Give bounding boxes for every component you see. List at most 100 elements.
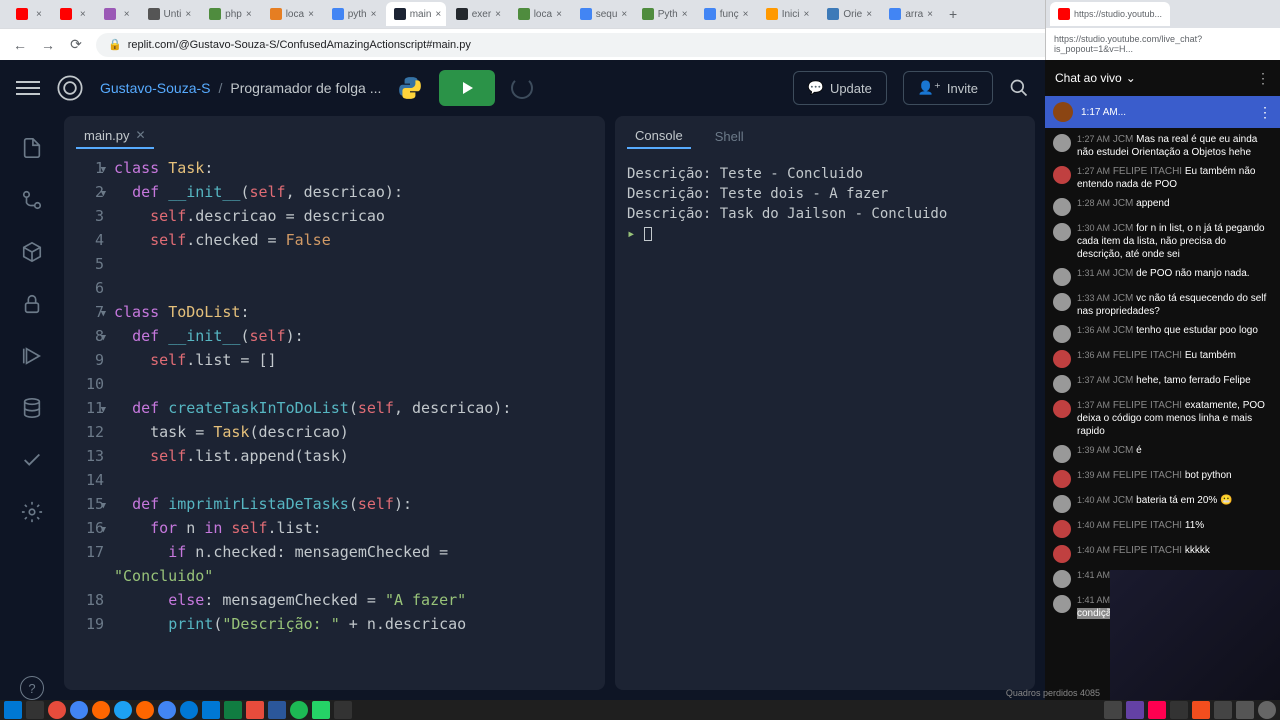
taskbar-tray[interactable] (1126, 701, 1144, 719)
new-tab-button[interactable]: + (943, 6, 963, 22)
files-icon[interactable] (20, 136, 44, 160)
run-button[interactable] (439, 70, 495, 106)
taskbar-app[interactable] (268, 701, 286, 719)
taskbar-tray[interactable] (1258, 701, 1276, 719)
browser-tab[interactable]: arra× (881, 2, 941, 26)
taskbar-app[interactable] (334, 701, 352, 719)
shell-tab[interactable]: Shell (707, 125, 752, 148)
browser-tab[interactable]: Orie× (819, 2, 879, 26)
taskbar-app[interactable] (26, 701, 44, 719)
settings-icon[interactable] (20, 500, 44, 524)
chat-item-menu-icon[interactable]: ⋮ (1258, 104, 1272, 121)
left-sidebar: ? (0, 116, 64, 700)
chat-message[interactable]: 1:36 AM FELIPE ITACHI Eu também (1045, 346, 1280, 371)
chat-message[interactable]: 1:39 AM JCM é (1045, 441, 1280, 466)
browser-tab[interactable]: loca× (510, 2, 570, 26)
browser-tab[interactable]: loca× (262, 2, 322, 26)
taskbar-app[interactable] (48, 701, 66, 719)
chat-selected-message[interactable]: 1:17 AM... ⋮ (1045, 96, 1280, 128)
chat-message[interactable]: 1:27 AM JCM Mas na real é que eu ainda n… (1045, 130, 1280, 162)
chat-message[interactable]: 1:39 AM FELIPE ITACHI bot python (1045, 466, 1280, 491)
browser-tab[interactable]: Pyth× (634, 2, 694, 26)
browser-tab[interactable]: sequ× (572, 2, 632, 26)
taskbar-app[interactable] (202, 701, 220, 719)
taskbar-tray[interactable] (1214, 701, 1232, 719)
back-button[interactable]: ← (12, 37, 28, 53)
url-field[interactable]: 🔒 replit.com/@Gustavo-Souza-S/ConfusedAm… (96, 33, 1136, 57)
taskbar-tray[interactable] (1104, 701, 1122, 719)
console-tab[interactable]: Console (627, 124, 691, 149)
browser-tab[interactable]: × (96, 2, 138, 26)
browser-tab[interactable]: Inici× (758, 2, 818, 26)
chat-message[interactable]: 1:33 AM JCM vc não tá esquecendo do self… (1045, 289, 1280, 321)
replit-logo (56, 74, 84, 102)
browser-tab[interactable]: php× (201, 2, 260, 26)
taskbar-app[interactable] (246, 701, 264, 719)
browser-tab[interactable]: pyth× (324, 2, 384, 26)
help-icon[interactable]: ? (20, 676, 44, 700)
python-icon (397, 75, 423, 101)
taskbar-app[interactable] (92, 701, 110, 719)
chat-message[interactable]: 1:36 AM JCM tenho que estudar poo logo (1045, 321, 1280, 346)
browser-tab[interactable]: × (52, 2, 94, 26)
start-button[interactable] (4, 701, 22, 719)
breadcrumb: Gustavo-Souza-S / Programador de folga .… (100, 80, 381, 96)
second-tab[interactable]: https://studio.youtub... (1050, 2, 1170, 26)
taskbar-app[interactable] (70, 701, 88, 719)
file-tab-main[interactable]: main.py ✕ (76, 124, 154, 149)
breadcrumb-user[interactable]: Gustavo-Souza-S (100, 80, 211, 96)
database-icon[interactable] (20, 396, 44, 420)
console-output[interactable]: Descrição: Teste - Concluido Descrição: … (615, 156, 1035, 690)
browser-tab[interactable]: funç× (696, 2, 756, 26)
taskbar-tray[interactable] (1170, 701, 1188, 719)
taskbar-app[interactable] (114, 701, 132, 719)
taskbar-tray[interactable] (1192, 701, 1210, 719)
second-browser-window: https://studio.youtub... https://studio.… (1045, 0, 1280, 60)
menu-button[interactable] (16, 76, 40, 100)
chat-icon: 💬 (808, 80, 824, 96)
chat-message[interactable]: 1:40 AM FELIPE ITACHI 11% (1045, 516, 1280, 541)
windows-taskbar[interactable] (0, 700, 1280, 720)
packages-icon[interactable] (20, 240, 44, 264)
taskbar-app[interactable] (136, 701, 154, 719)
browser-tab[interactable]: Unti× (140, 2, 200, 26)
taskbar-app[interactable] (224, 701, 242, 719)
taskbar-tray[interactable] (1236, 701, 1254, 719)
second-url-field[interactable]: https://studio.youtube.com/live_chat?is_… (1046, 28, 1280, 60)
chat-message[interactable]: 1:30 AM JCM for n in list, o n já tá peg… (1045, 219, 1280, 264)
chat-message[interactable]: 1:37 AM JCM hehe, tamo ferrado Felipe (1045, 371, 1280, 396)
replit-app: Gustavo-Souza-S / Programador de folga .… (0, 60, 1045, 700)
invite-button[interactable]: 👤⁺ Invite (903, 71, 993, 105)
browser-tab[interactable]: main× (386, 2, 446, 26)
close-tab-icon[interactable]: ✕ (136, 128, 146, 142)
forward-button[interactable]: → (40, 37, 56, 53)
chat-menu-icon[interactable]: ⋮ (1256, 70, 1270, 87)
chat-message[interactable]: 1:37 AM FELIPE ITACHI exatamente, POO de… (1045, 396, 1280, 441)
console-pane: Console Shell Descrição: Teste - Conclui… (615, 116, 1035, 690)
editor-pane: main.py ✕ 1▼2▼34567▼8▼91011▼12131415▼16▼… (64, 116, 605, 690)
chat-title[interactable]: Chat ao vivo ⌄ (1055, 71, 1136, 85)
chat-message[interactable]: 1:40 AM JCM bateria tá em 20% 😬 (1045, 491, 1280, 516)
chat-message[interactable]: 1:28 AM JCM append (1045, 194, 1280, 219)
taskbar-app[interactable] (290, 701, 308, 719)
search-icon[interactable] (1009, 78, 1029, 98)
taskbar-app[interactable] (158, 701, 176, 719)
frames-lost-label: Quadros perdidos 4085 (1006, 688, 1100, 698)
vcs-icon[interactable] (20, 188, 44, 212)
browser-tab[interactable]: × (8, 2, 50, 26)
update-button[interactable]: 💬 Update (793, 71, 887, 105)
person-add-icon: 👤⁺ (918, 80, 941, 96)
tests-icon[interactable] (20, 448, 44, 472)
chat-message[interactable]: 1:31 AM JCM de POO não manjo nada. (1045, 264, 1280, 289)
taskbar-app[interactable] (180, 701, 198, 719)
browser-tab[interactable]: exer× (448, 2, 508, 26)
taskbar-app[interactable] (312, 701, 330, 719)
secrets-icon[interactable] (20, 292, 44, 316)
breadcrumb-project[interactable]: Programador de folga ... (230, 80, 381, 96)
reload-button[interactable]: ⟳ (68, 37, 84, 53)
chat-message[interactable]: 1:27 AM FELIPE ITACHI Eu também não ente… (1045, 162, 1280, 194)
debugger-icon[interactable] (20, 344, 44, 368)
chat-message[interactable]: 1:40 AM FELIPE ITACHI kkkkk (1045, 541, 1280, 566)
taskbar-tray[interactable] (1148, 701, 1166, 719)
code-editor[interactable]: 1▼2▼34567▼8▼91011▼12131415▼16▼171819 cla… (64, 156, 605, 690)
